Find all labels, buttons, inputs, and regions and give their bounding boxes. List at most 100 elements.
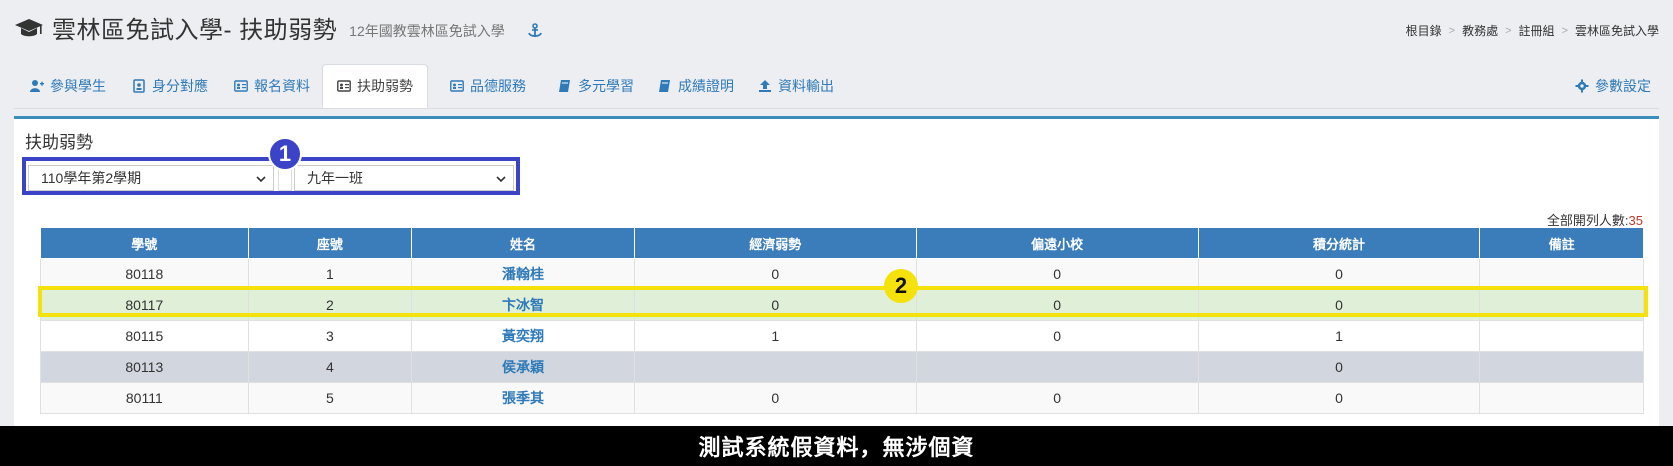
tab-participating-students[interactable]: 參與學生 bbox=[16, 64, 120, 107]
cell-economic bbox=[633, 351, 917, 383]
total-count-label: 全部開列人數: bbox=[1546, 213, 1629, 228]
cell-seat: 3 bbox=[247, 320, 413, 352]
table-row: 80113 4 侯承穎 0 bbox=[40, 351, 1644, 383]
cell-score: 1 bbox=[1197, 320, 1481, 352]
cell-student-id: 80117 bbox=[40, 289, 249, 321]
breadcrumb-item[interactable]: 註冊組 bbox=[1519, 22, 1555, 39]
cell-student-id: 80115 bbox=[40, 320, 249, 352]
cell-note bbox=[1479, 289, 1644, 321]
tab-grade-certificate[interactable]: 成績證明 bbox=[644, 64, 748, 107]
tab-label: 成績證明 bbox=[678, 77, 734, 94]
chevron-down-icon bbox=[256, 176, 266, 183]
tab-disadvantaged-aid[interactable]: 扶助弱勢 bbox=[322, 64, 428, 108]
chevron-down-icon bbox=[496, 176, 506, 183]
column-header[interactable]: 偏遠小校 bbox=[915, 227, 1199, 259]
tab-label: 參與學生 bbox=[50, 77, 106, 94]
cell-economic: 0 bbox=[633, 258, 917, 290]
cell-remote: 0 bbox=[915, 289, 1199, 321]
breadcrumb-item[interactable]: 教務處 bbox=[1462, 22, 1498, 39]
cell-remote: 0 bbox=[915, 320, 1199, 352]
cell-name-link[interactable]: 卞冰智 bbox=[411, 289, 635, 321]
page-subtitle: 12年國教雲林區免試入學 bbox=[349, 22, 505, 39]
cell-name-link[interactable]: 張季其 bbox=[411, 382, 635, 414]
table-row: 80115 3 黃奕翔 1 0 1 bbox=[40, 320, 1644, 352]
content-panel: 扶助弱勢 110學年第2學期 九年一班 1 全部開列人數:35 學號 座號 姓名… bbox=[14, 116, 1659, 426]
column-header[interactable]: 姓名 bbox=[411, 227, 635, 259]
graduation-cap-icon bbox=[15, 18, 43, 36]
cell-name-link[interactable]: 黃奕翔 bbox=[411, 320, 635, 352]
breadcrumb: 根目錄 > 教務處 > 註冊組 > 雲林區免試入學 bbox=[1406, 22, 1659, 39]
table-header-row: 學號 座號 姓名 經濟弱勢 偏遠小校 積分統計 備註 bbox=[40, 227, 1644, 259]
cell-note bbox=[1479, 382, 1644, 414]
tab-label: 報名資料 bbox=[254, 77, 310, 94]
column-header[interactable]: 座號 bbox=[247, 227, 413, 259]
tab-label: 多元學習 bbox=[578, 77, 634, 94]
cell-note bbox=[1479, 258, 1644, 290]
cell-score: 0 bbox=[1197, 258, 1481, 290]
student-table: 學號 座號 姓名 經濟弱勢 偏遠小校 積分統計 備註 80118 1 潘翰桂 0… bbox=[40, 227, 1644, 414]
cell-name-link[interactable]: 侯承穎 bbox=[411, 351, 635, 383]
semester-select[interactable]: 110學年第2學期 bbox=[28, 165, 274, 191]
breadcrumb-item[interactable]: 根目錄 bbox=[1406, 22, 1442, 39]
cell-student-id: 80118 bbox=[40, 258, 249, 290]
semester-select-value: 110學年第2學期 bbox=[41, 170, 142, 186]
cell-student-id: 80113 bbox=[40, 351, 249, 383]
total-count-value: 35 bbox=[1628, 213, 1643, 228]
title-group: 雲林區免試入學- 扶助弱勢 12年國教雲林區免試入學 bbox=[14, 10, 543, 45]
cell-score: 0 bbox=[1197, 351, 1481, 383]
cell-remote bbox=[915, 351, 1199, 383]
annotation-badge-2: 2 bbox=[884, 269, 918, 303]
user-plus-icon bbox=[30, 79, 44, 92]
cell-seat: 5 bbox=[247, 382, 413, 414]
tab-bar: 參與學生 身分對應 報名資料 扶助弱勢 品德服務 多元學習 成績證明 資料輸出 … bbox=[14, 64, 1659, 109]
tab-diverse-learning[interactable]: 多元學習 bbox=[544, 64, 648, 107]
tab-label: 扶助弱勢 bbox=[357, 78, 413, 94]
tab-conduct-service[interactable]: 品德服務 bbox=[436, 64, 540, 107]
upload-icon bbox=[759, 79, 771, 92]
cell-economic: 0 bbox=[633, 382, 917, 414]
tab-settings[interactable]: 參數設定 bbox=[1575, 64, 1651, 107]
anchor-icon[interactable] bbox=[527, 22, 543, 39]
breadcrumb-separator: > bbox=[1561, 24, 1568, 37]
tab-registration-data[interactable]: 報名資料 bbox=[220, 64, 324, 107]
tab-identity-mapping[interactable]: 身分對應 bbox=[118, 64, 222, 107]
cell-seat: 2 bbox=[247, 289, 413, 321]
breadcrumb-separator: > bbox=[1448, 24, 1456, 37]
page-title: 雲林區免試入學- 扶助弱勢 bbox=[52, 17, 338, 44]
tab-label: 資料輸出 bbox=[778, 77, 834, 94]
id-card-icon bbox=[234, 79, 248, 92]
panel-title: 扶助弱勢 bbox=[25, 133, 93, 152]
class-select-value: 九年一班 bbox=[307, 170, 363, 186]
tab-label: 品德服務 bbox=[470, 77, 526, 94]
cell-remote: 0 bbox=[915, 382, 1199, 414]
column-header[interactable]: 學號 bbox=[40, 227, 249, 259]
breadcrumb-item-current: 雲林區免試入學 bbox=[1574, 24, 1659, 38]
id-card-icon bbox=[337, 80, 351, 92]
cell-score: 0 bbox=[1197, 289, 1481, 321]
book-icon bbox=[659, 79, 670, 92]
tab-label: 參數設定 bbox=[1595, 77, 1651, 94]
table-row-highlighted: 80117 2 卞冰智 0 0 0 bbox=[40, 289, 1644, 321]
book-icon bbox=[559, 79, 570, 92]
column-header[interactable]: 經濟弱勢 bbox=[633, 227, 917, 259]
breadcrumb-separator: > bbox=[1505, 24, 1512, 37]
id-card-icon bbox=[450, 79, 464, 92]
class-select[interactable]: 九年一班 bbox=[294, 165, 514, 191]
disclaimer-banner: 測試系統假資料，無涉個資 bbox=[0, 426, 1673, 466]
cell-remote: 0 bbox=[915, 258, 1199, 290]
cell-economic: 0 bbox=[633, 289, 917, 321]
cell-economic: 1 bbox=[633, 320, 917, 352]
cell-note bbox=[1479, 351, 1644, 383]
id-badge-icon bbox=[133, 78, 145, 93]
table-row: 80118 1 潘翰桂 0 0 0 bbox=[40, 258, 1644, 290]
page-header: 雲林區免試入學- 扶助弱勢 12年國教雲林區免試入學 根目錄 > 教務處 > 註… bbox=[0, 0, 1673, 60]
column-header[interactable]: 積分統計 bbox=[1197, 227, 1481, 259]
column-header[interactable]: 備註 bbox=[1479, 227, 1644, 259]
table-row: 80111 5 張季其 0 0 0 bbox=[40, 382, 1644, 414]
gear-icon bbox=[1575, 79, 1589, 92]
cell-name-link[interactable]: 潘翰桂 bbox=[411, 258, 635, 290]
cell-student-id: 80111 bbox=[40, 382, 249, 414]
tab-data-export[interactable]: 資料輸出 bbox=[744, 64, 848, 107]
cell-score: 0 bbox=[1197, 382, 1481, 414]
cell-note bbox=[1479, 320, 1644, 352]
